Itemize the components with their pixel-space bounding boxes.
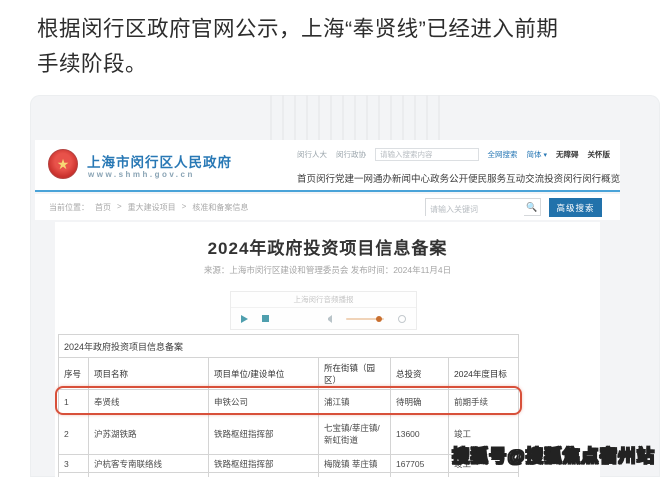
cell-name: 沪苏湖铁路 [89,414,209,455]
lang-select[interactable]: 简体 ▾ [527,149,547,160]
article-image: 根据闵行区政府官网公示，上海“奉贤线”已经进入前期 手续阶段。 ★ 上海市闵行区… [0,0,660,477]
table-row: 2 沪苏湖铁路 铁路枢纽指挥部 七宝镇/莘庄镇/新虹街道 13600 竣工 [59,414,519,455]
play-icon[interactable] [241,315,248,323]
cell-no: 1 [59,390,89,414]
link-renda[interactable]: 闵行人大 [297,149,327,160]
breadcrumb-label: 当前位置： [49,202,89,213]
stop-icon[interactable] [262,315,269,322]
table-row: 3 沪杭客专南联络线 铁路枢纽指挥部 梅陇镇 莘庄镇 167705 竣工 [59,455,519,473]
main-nav: 首页 闵行党建 一网通办 新闻中心 政务公开 便民服务 互动交流 投资闵行 闵行… [297,171,610,185]
gov-site-screenshot: ★ 上海市闵行区人民政府 www.shmh.gov.cn 闵行人大 闵行政协 全… [30,95,660,477]
nav-item-home[interactable]: 首页 [297,171,316,185]
national-emblem-icon: ★ [48,149,78,179]
chevron-down-icon: ▾ [542,152,547,159]
table-row-partial [59,473,519,477]
nav-item-overview[interactable]: 闵行概览 [582,171,620,185]
breadcrumb-separator: > [117,202,122,213]
stripes-decoration [270,95,450,141]
breadcrumb-separator: > [182,202,187,213]
nav-item-interaction[interactable]: 互动交流 [506,171,544,185]
nav-item-news[interactable]: 新闻中心 [392,171,430,185]
col-target: 2024年度目标 [449,358,519,390]
search-icon[interactable]: 🔍 [526,202,537,213]
nav-item-convenience[interactable]: 便民服务 [468,171,506,185]
cell-no: 2 [59,414,89,455]
breadcrumb-bar: 当前位置： 首页 > 重大建设项目 > 核准和备案信息 🔍 高级搜索 [35,194,620,220]
speaker-icon [326,315,332,323]
nav-item-invest[interactable]: 投资闵行 [544,171,582,185]
watermark: 搜狐号@搜狐焦点宿州站 [452,443,655,468]
audio-player-label: 上海闵行音频播报 [231,292,416,308]
site-title: 上海市闵行区人民政府 [87,151,232,171]
cell-town: 梅陇镇 莘庄镇 [319,455,391,473]
table-title: 2024年政府投资项目信息备案 [59,335,519,358]
cell-unit: 铁路枢纽指挥部 [209,455,319,473]
cell-town: 浦江镇 [319,390,391,414]
advanced-search-button[interactable]: 高级搜索 [549,198,602,217]
page-title: 2024年政府投资项目信息备案 [55,234,600,259]
nav-item-services[interactable]: 一网通办 [354,171,392,185]
cell-investment: 待明确 [391,390,449,414]
site-search-button[interactable]: 全网搜索 [488,149,518,160]
care-mode-link[interactable]: 关怀版 [588,149,611,160]
cell-no: 3 [59,455,89,473]
article-content-panel: 2024年政府投资项目信息备案 来源：上海市闵行区建设和管理委员会 发布时间：2… [55,222,600,477]
cell-unit: 铁路枢纽指挥部 [209,414,319,455]
nav-item-disclosure[interactable]: 政务公开 [430,171,468,185]
col-investment: 总投资 [391,358,449,390]
volume-slider[interactable] [346,318,384,320]
col-unit: 项目单位/建设单位 [209,358,319,390]
article-caption: 根据闵行区政府官网公示，上海“奉贤线”已经进入前期 手续阶段。 [37,12,627,82]
audio-player: 上海闵行音频播报 [230,291,417,330]
cell-investment: 13600 [391,414,449,455]
table-header-row: 序号 项目名称 项目单位/建设单位 所在街镇（园区） 总投资 2024年度目标 [59,358,519,390]
site-url: www.shmh.gov.cn [88,170,195,179]
caption-line: 根据闵行区政府官网公示，上海“奉贤线”已经进入前期 [37,12,627,47]
cell-investment: 167705 [391,455,449,473]
settings-icon[interactable] [398,315,406,323]
cell-unit: 申铁公司 [209,390,319,414]
projects-table: 2024年政府投资项目信息备案 序号 项目名称 项目单位/建设单位 所在街镇（园… [58,334,519,477]
col-name: 项目名称 [89,358,209,390]
breadcrumb-home[interactable]: 首页 [95,202,111,213]
audio-player-controls [231,308,416,329]
cell-town: 七宝镇/莘庄镇/新虹街道 [319,414,391,455]
col-no: 序号 [59,358,89,390]
breadcrumb: 当前位置： 首页 > 重大建设项目 > 核准和备案信息 [49,202,248,213]
gov-site-header: ★ 上海市闵行区人民政府 www.shmh.gov.cn 闵行人大 闵行政协 全… [35,140,620,192]
breadcrumb-current: 核准和备案信息 [192,202,248,213]
keyword-search-box: 🔍 [425,198,541,216]
header-quick-links: 闵行人大 闵行政协 全网搜索 简体 ▾ 无障碍 关怀版 [297,146,610,162]
accessibility-link[interactable]: 无障碍 [556,149,579,160]
article-meta: 来源：上海市闵行区建设和管理委员会 发布时间：2024年11月4日 [55,264,600,276]
keyword-search-input[interactable] [426,202,524,218]
table-row-fengxian-line: 1 奉贤线 申铁公司 浦江镇 待明确 前期手续 [59,390,519,414]
volume-slider-handle[interactable] [376,316,382,322]
cell-name: 沪杭客专南联络线 [89,455,209,473]
nav-item-party[interactable]: 闵行党建 [316,171,354,185]
breadcrumb-projects[interactable]: 重大建设项目 [128,202,176,213]
col-town: 所在街镇（园区） [319,358,391,390]
link-zhengxie[interactable]: 闵行政协 [336,149,366,160]
cell-target: 前期手续 [449,390,519,414]
caption-line: 手续阶段。 [37,47,627,82]
cell-name: 奉贤线 [89,390,209,414]
site-search-input[interactable] [375,148,479,161]
